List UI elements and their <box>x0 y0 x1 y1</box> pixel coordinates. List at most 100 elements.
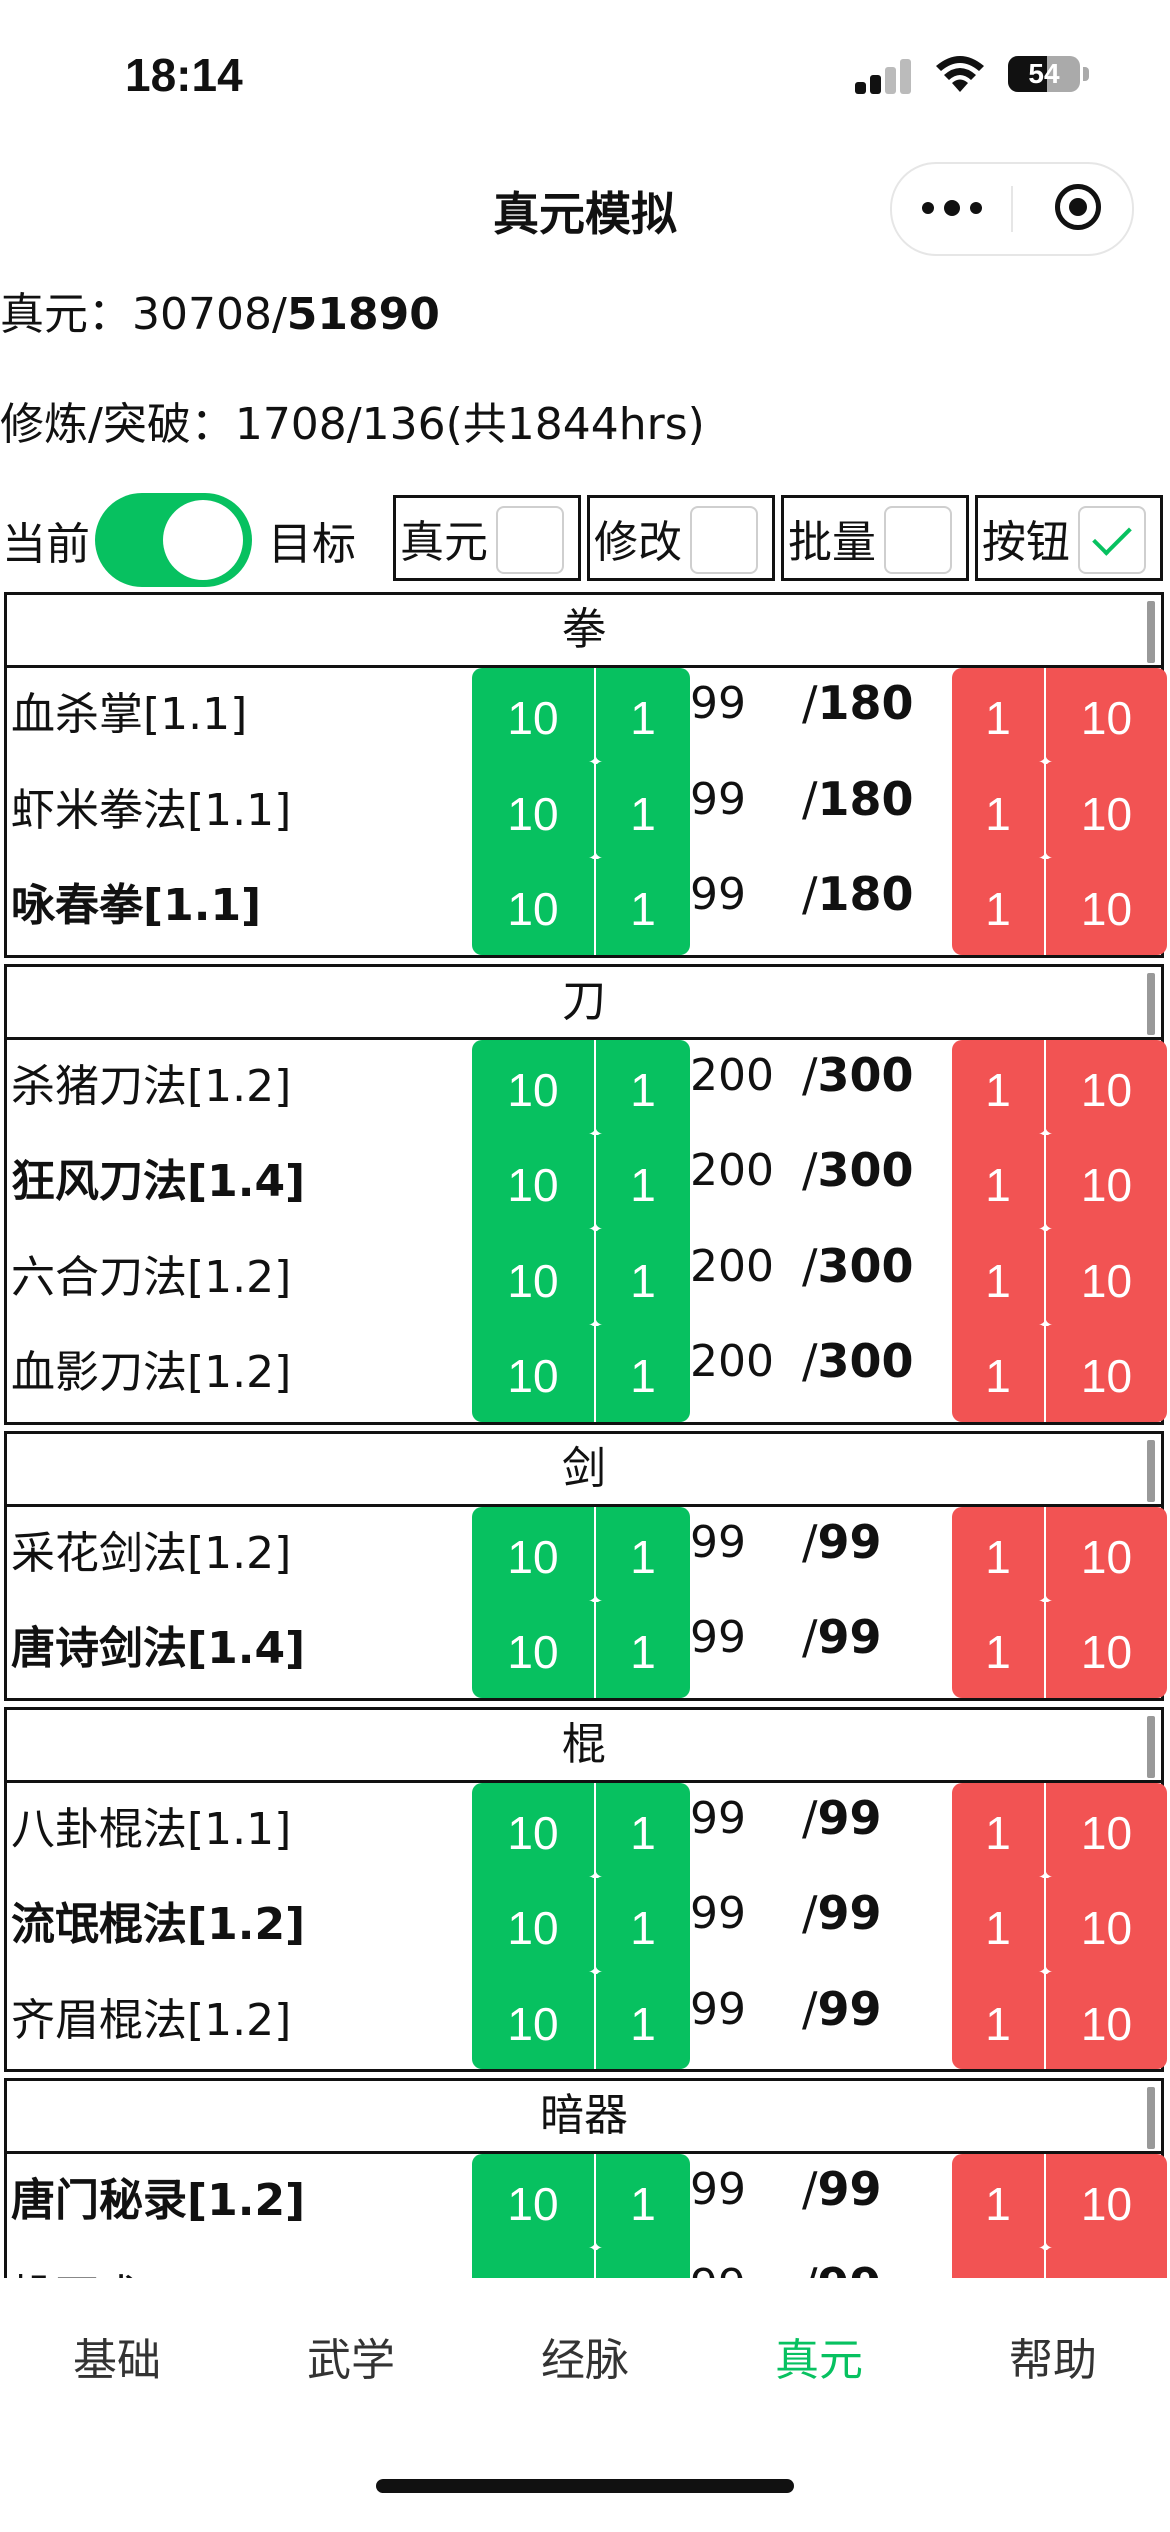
checkbox-square[interactable] <box>884 506 952 574</box>
increase-10-button[interactable]: 10 <box>472 1973 594 2069</box>
increase-10-button[interactable]: 10 <box>472 1602 594 1698</box>
increase-10-button[interactable]: 10 <box>472 1326 594 1422</box>
skill-max-value: 180 <box>817 771 914 826</box>
skill-current-level: 99 <box>690 869 746 920</box>
tab-item[interactable]: 真元 <box>702 2324 936 2388</box>
checkbox-square[interactable] <box>496 506 564 574</box>
increase-1-button[interactable]: 1 <box>596 2154 690 2250</box>
decrease-10-button[interactable]: 10 <box>1046 1135 1167 1231</box>
more-options-icon[interactable] <box>922 200 984 218</box>
tab-item[interactable]: 经脉 <box>468 2324 702 2388</box>
decrease-1-button[interactable]: 1 <box>952 859 1044 955</box>
skill-row: 流氓棍法[1.2] 10 1 99/99 1 10 ✦ ✦ <box>7 1878 1167 1982</box>
increase-1-button[interactable]: 1 <box>596 1878 690 1974</box>
increase-1-button[interactable]: 1 <box>596 668 690 764</box>
checkbox-buttons[interactable]: 按钮 <box>975 495 1163 581</box>
section-title: 棍 <box>7 1710 1161 1783</box>
increase-1-button[interactable]: 1 <box>596 1973 690 2069</box>
increase-10-button[interactable]: 10 <box>472 2154 594 2250</box>
increase-10-button[interactable]: 10 <box>472 1039 594 1135</box>
decrease-10-button[interactable]: 10 <box>1046 859 1167 955</box>
section-title: 剑 <box>7 1434 1161 1507</box>
tab-item[interactable]: 武学 <box>234 2324 468 2388</box>
decrease-10-button[interactable]: 10 <box>1046 1506 1167 1602</box>
decrease-1-button[interactable]: 1 <box>952 668 1044 764</box>
mini-program-capsule <box>890 162 1134 256</box>
decrease-10-button[interactable]: 10 <box>1046 1602 1167 1698</box>
decrease-1-button[interactable]: 1 <box>952 1602 1044 1698</box>
section-scrollbar[interactable] <box>1147 2087 1155 2149</box>
decrease-1-button[interactable]: 1 <box>952 2249 1044 2278</box>
increase-10-button[interactable]: 10 <box>472 1230 594 1326</box>
decrease-10-button[interactable]: 10 <box>1046 2249 1167 2278</box>
decrease-10-button[interactable]: 10 <box>1046 763 1167 859</box>
decrease-1-button[interactable]: 1 <box>952 1973 1044 2069</box>
increase-10-button[interactable]: 10 <box>472 1878 594 1974</box>
increase-1-button[interactable]: 1 <box>596 1506 690 1602</box>
skill-row: 投石术[1.1]10199/99110 <box>7 2249 1167 2278</box>
decrease-10-button[interactable]: 10 <box>1046 1973 1167 2069</box>
decrease-1-button[interactable]: 1 <box>952 1506 1044 1602</box>
decrease-1-button[interactable]: 1 <box>952 1039 1044 1135</box>
decrease-10-button[interactable]: 10 <box>1046 1878 1167 1974</box>
section-scrollbar[interactable] <box>1147 1439 1155 1502</box>
mode-toggle[interactable] <box>95 493 252 587</box>
increase-1-button[interactable]: 1 <box>596 1039 690 1135</box>
increase-10-button[interactable]: 10 <box>472 668 594 764</box>
decrease-10-button[interactable]: 10 <box>1046 1782 1167 1878</box>
increase-1-button[interactable]: 1 <box>596 1230 690 1326</box>
skill-row: 血影刀法[1.2] 10 1 200/300 1 10 <box>7 1326 1167 1422</box>
checkbox-batch[interactable]: 批量 <box>781 495 969 581</box>
increase-10-button[interactable]: 10 <box>472 1506 594 1602</box>
increase-1-button[interactable]: 1 <box>596 1135 690 1231</box>
skill-row: 狂风刀法[1.4] 10 1 200/300 1 10 ✦ ✦ <box>7 1135 1167 1239</box>
increase-1-button[interactable]: 1 <box>596 763 690 859</box>
increase-1-button[interactable]: 1 <box>596 859 690 955</box>
increase-10-button[interactable]: 10 <box>472 1782 594 1878</box>
increase-10-button[interactable]: 10 <box>472 2249 594 2278</box>
increase-10-button[interactable]: 10 <box>472 1135 594 1231</box>
section-scrollbar[interactable] <box>1147 1715 1155 1778</box>
checkbox-zhenyuan[interactable]: 真元 <box>393 495 581 581</box>
skill-max-level: /99 <box>802 2162 882 2216</box>
decrease-10-button[interactable]: 10 <box>1046 1230 1167 1326</box>
increase-1-button[interactable]: 1 <box>596 1326 690 1422</box>
controls-row: 当前 目标 真元 修改 批量 按钮 <box>0 490 1170 590</box>
section-scrollbar[interactable] <box>1147 972 1155 1035</box>
skill-name: 血杀掌[1.1] <box>11 689 248 740</box>
decrease-10-button[interactable]: 10 <box>1046 1326 1167 1422</box>
skill-section: 拳血杀掌[1.1] 10 1 99/180 1 10 ✦ ✦ 虾米拳法[1.1] 10 1 99/18… <box>4 592 1167 958</box>
increase-10-button[interactable]: 10 <box>472 859 594 955</box>
increase-10-button[interactable]: 10 <box>472 763 594 859</box>
practice-summary: 修炼/突破：1708/136(共1844hrs) <box>0 399 705 450</box>
checkbox-modify[interactable]: 修改 <box>587 495 775 581</box>
decrease-1-button[interactable]: 1 <box>952 1326 1044 1422</box>
decrease-1-button[interactable]: 1 <box>952 1782 1044 1878</box>
decrease-10-button[interactable]: 10 <box>1046 2154 1167 2250</box>
checkbox-square[interactable] <box>690 506 758 574</box>
section-scrollbar[interactable] <box>1147 601 1155 663</box>
skill-section: 棍八卦棍法[1.1] 10 1 99/99 1 10 ✦ ✦ 流氓棍法[1.2] 10 1 99/99… <box>4 1706 1167 2072</box>
checkbox-square-checked[interactable] <box>1078 506 1146 574</box>
checkbox-label: 修改 <box>594 517 682 568</box>
increase-1-button[interactable]: 1 <box>596 2249 690 2278</box>
skill-max-level: /180 <box>802 867 914 921</box>
increase-1-button[interactable]: 1 <box>596 1782 690 1878</box>
decrease-1-button[interactable]: 1 <box>952 1878 1044 1974</box>
decrease-10-button[interactable]: 10 <box>1046 1039 1167 1135</box>
skill-list[interactable]: 拳血杀掌[1.1] 10 1 99/180 1 10 ✦ ✦ 虾米拳法[1.1] 10 1 99/18… <box>0 592 1170 2278</box>
checkbox-label: 批量 <box>788 517 876 568</box>
decrease-1-button[interactable]: 1 <box>952 1135 1044 1231</box>
decrease-1-button[interactable]: 1 <box>952 2154 1044 2250</box>
skill-max-value: 300 <box>817 1143 914 1197</box>
tab-item[interactable]: 基础 <box>0 2324 234 2388</box>
tab-item[interactable]: 帮助 <box>936 2324 1170 2388</box>
decrease-10-button[interactable]: 10 <box>1046 668 1167 764</box>
skill-max-value: 99 <box>817 1610 882 1664</box>
increase-1-button[interactable]: 1 <box>596 1602 690 1698</box>
decrease-1-button[interactable]: 1 <box>952 1230 1044 1326</box>
decrease-1-button[interactable]: 1 <box>952 763 1044 859</box>
skill-current-level: 200 <box>690 1240 774 1292</box>
close-mini-program-icon[interactable] <box>1055 184 1101 230</box>
skill-max-level: /180 <box>802 771 914 826</box>
